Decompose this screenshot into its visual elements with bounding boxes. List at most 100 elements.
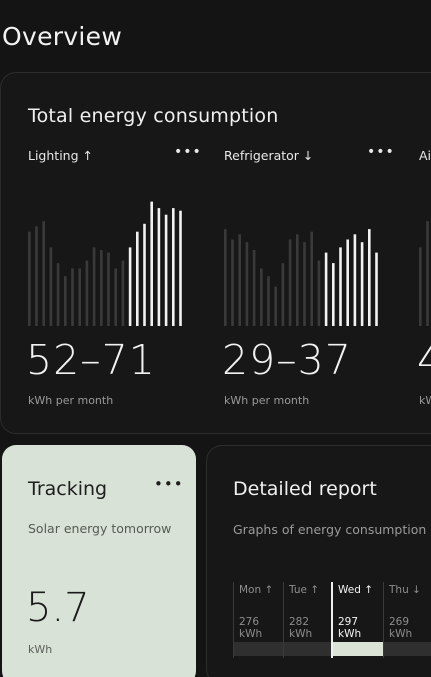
report-subtitle: Graphs of energy consumption [233,522,427,537]
energy-bar [49,247,53,326]
energy-bar [92,247,96,326]
energy-bar [164,214,168,326]
energy-bar [150,201,153,326]
column-label-lighting[interactable]: Lighting ↑ [28,148,93,163]
partial-unit: kWh [419,394,431,407]
day-name: Wed ↑ [338,584,374,596]
tracking-card[interactable]: Tracking ••• Solar energy tomorrow 5.7 k… [2,445,196,677]
day-name: Thu ↓ [389,584,421,596]
day-mon[interactable]: Mon ↑ 276 kWh [233,582,286,658]
energy-bar [172,208,175,326]
day-name: Tue ↑ [289,584,320,596]
energy-bar [324,252,328,326]
energy-bar [426,221,429,326]
day-value-number: 282 [289,616,310,628]
energy-bar [419,247,422,326]
energy-bar [310,231,313,326]
energy-bar [252,250,256,326]
refrigerator-bar-chart [224,195,394,326]
day-bar [333,642,385,656]
day-bar [284,642,336,656]
tracking-value: 5.7 [26,585,90,631]
column-label-refrigerator[interactable]: Refrigerator ↓ [224,148,313,163]
energy-bar [353,234,357,326]
energy-bar [35,226,38,326]
energy-bar [238,234,241,326]
energy-bar [368,229,371,326]
day-value: 269 kWh [389,616,412,640]
energy-bar [339,247,342,326]
energy-bar [121,260,125,326]
report-card[interactable]: Detailed report Graphs of energy consump… [206,445,431,677]
day-wed[interactable]: Wed ↑ 297 kWh [331,582,385,658]
day-thu[interactable]: Thu ↓ 269 kWh [383,582,431,658]
energy-column-partial: Ai 4 kWh [419,140,431,420]
day-bar [384,642,431,656]
energy-bar [281,263,285,326]
energy-bar [224,229,227,326]
energy-bar [100,250,103,326]
energy-column-refrigerator: Refrigerator ↓ ••• 29–37 kWh per month [222,140,395,420]
energy-bar [56,263,60,326]
energy-bar [114,268,117,326]
energy-bar [107,252,110,326]
energy-bar [260,268,263,326]
more-icon[interactable]: ••• [174,144,202,160]
tracking-title: Tracking [28,478,108,500]
energy-bar [42,221,45,326]
energy-bar [128,247,132,326]
lighting-bar-chart [28,195,198,326]
partial-bars-svg [419,221,429,326]
energy-bar [136,231,139,326]
day-name: Mon ↑ [239,584,274,596]
energy-bar [274,286,277,326]
day-value-unit: kWh [338,628,362,640]
day-value-unit: kWh [389,628,413,640]
day-value-number: 297 [338,616,359,628]
energy-bar [85,260,89,326]
energy-bar [179,210,182,326]
energy-bar [64,276,67,326]
energy-bar [78,268,81,326]
energy-bar [375,252,378,326]
energy-bar [346,239,349,326]
report-days: Mon ↑ 276 kWh Tue ↑ 282 kWh Wed ↑ 297 kWh T… [233,582,431,658]
energy-bar [360,242,364,326]
energy-bar [28,231,31,326]
day-value-unit: kWh [239,628,263,640]
partial-range: 4 [419,336,431,384]
refrigerator-unit: kWh per month [224,394,310,407]
day-tue[interactable]: Tue ↑ 282 kWh [283,582,336,658]
energy-bar [143,223,146,326]
energy-bar [245,242,249,326]
day-value-unit: kWh [289,628,313,640]
day-value-number: 276 [239,616,260,628]
tracking-subtitle: Solar energy tomorrow [28,521,172,536]
report-title: Detailed report [233,478,377,500]
column-label-partial[interactable]: Ai [419,148,431,163]
page-title: Overview [2,22,123,51]
more-icon[interactable]: ••• [367,144,395,160]
energy-bar [71,268,74,326]
more-icon[interactable]: ••• [154,475,184,493]
energy-bar [231,239,234,326]
energy-bar [157,208,161,326]
day-bar [234,642,286,656]
energy-bar [288,239,292,326]
tracking-unit: kWh [28,643,53,656]
day-value: 282 kWh [289,616,312,640]
lighting-bars-svg [28,201,182,326]
energy-bar [296,234,299,326]
day-value-number: 269 [389,616,410,628]
day-value: 276 kWh [239,616,262,640]
energy-bar [267,276,270,326]
day-value: 297 kWh [338,616,361,640]
refrigerator-range: 29–37 [222,336,352,384]
refrigerator-bars-svg [224,229,378,326]
lighting-unit: kWh per month [28,394,114,407]
energy-bar [332,263,335,326]
lighting-range: 52–71 [26,336,156,384]
energy-bar [303,242,306,326]
energy-card-title: Total energy consumption [28,105,279,127]
partial-bar-chart [419,195,431,326]
